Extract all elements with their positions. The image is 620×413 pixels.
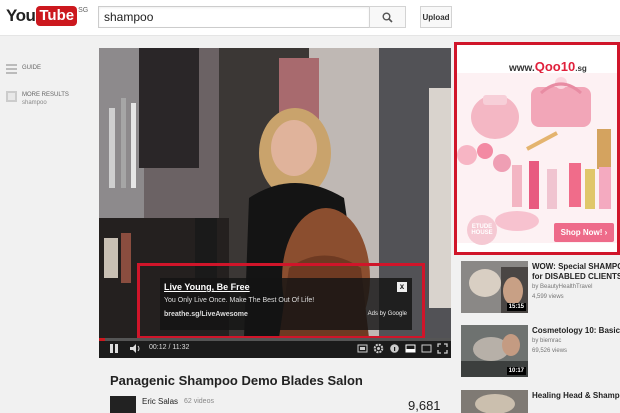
pause-icon[interactable] xyxy=(109,343,119,354)
shop-now-button[interactable]: Shop Now! › xyxy=(554,223,614,242)
related-video-item[interactable]: 15:15 WOW: Special SHAMPOO for DISABLED … xyxy=(461,261,620,316)
related-video-channel[interactable]: by biemrac xyxy=(532,338,561,344)
channel-video-count: 62 videos xyxy=(184,398,214,405)
more-results-label: MORE RESULTS xyxy=(22,92,69,98)
guide-label: GUIDE xyxy=(22,65,42,71)
related-title-line: WOW: Special SHAMPOO xyxy=(532,262,620,271)
related-video-title[interactable]: WOW: Special SHAMPOO for DISABLED CLIENT… xyxy=(532,262,620,282)
player-controls: 00:12 / 11:32 xyxy=(99,339,451,358)
overlay-ad-title[interactable]: Live Young, Be Free xyxy=(164,282,250,292)
duration-badge: 15:15 xyxy=(506,303,526,311)
overlay-ad-close-button[interactable]: x xyxy=(397,282,407,292)
thumbnail-image xyxy=(461,390,528,413)
logo-tube-text: Tube xyxy=(36,6,78,26)
channel-name-link[interactable]: Eric Salas xyxy=(142,397,178,406)
search-icon xyxy=(382,12,393,23)
large-player-icon[interactable] xyxy=(421,343,432,354)
overlay-ad[interactable]: Live Young, Be Free You Only Live Once. … xyxy=(160,278,412,330)
annotations-icon[interactable] xyxy=(357,343,368,354)
masthead: You Tube SG Upload xyxy=(0,0,620,36)
duration: 11:32 xyxy=(172,344,190,351)
view-count: 9,681 xyxy=(408,398,441,413)
overlay-ad-highlight: Live Young, Be Free You Only Live Once. … xyxy=(137,263,425,339)
progress-played xyxy=(99,338,106,341)
overlay-ad-url[interactable]: breathe.sg/LiveAwesome xyxy=(164,311,248,318)
related-video-channel[interactable]: by BeautyHealthTravel xyxy=(532,284,592,290)
settings-gear-icon[interactable] xyxy=(373,343,384,354)
related-video-title[interactable]: Healing Head & Shampoo xyxy=(532,391,620,401)
brand-name: Qoo10 xyxy=(534,59,576,74)
related-video-item[interactable]: 10:17 Cosmetology 10: Basic Sh by biemra… xyxy=(461,325,620,380)
time-display: 00:12 / 11:32 xyxy=(149,344,190,351)
current-time: 00:12 xyxy=(149,344,167,351)
banner-ad[interactable]: www.Qoo10.sg ETUDE HOUSE Shop Now! › xyxy=(454,42,620,255)
channel-avatar[interactable] xyxy=(110,396,136,413)
related-video-thumbnail[interactable]: 10:17 xyxy=(461,325,528,377)
upload-button[interactable]: Upload xyxy=(420,6,452,28)
overlay-ad-description: You Only Live Once. Make The Best Out Of… xyxy=(164,297,315,304)
guide-item[interactable]: GUIDE xyxy=(6,63,41,74)
search-results-icon xyxy=(6,91,17,102)
related-video-views: 4,599 views xyxy=(532,294,564,300)
related-video-views: 69,526 views xyxy=(532,348,568,354)
logo-you-text: You xyxy=(6,6,36,25)
video-title: Panagenic Shampoo Demo Blades Salon xyxy=(110,373,363,388)
info-icon[interactable] xyxy=(389,343,400,354)
banner-brand-logo: www.Qoo10.sg xyxy=(509,59,587,74)
related-video-title[interactable]: Cosmetology 10: Basic Sh xyxy=(532,326,620,336)
volume-icon[interactable] xyxy=(129,343,141,354)
related-video-thumbnail[interactable]: 15:15 xyxy=(461,261,528,313)
guide-menu-icon xyxy=(6,64,17,74)
duration-badge: 10:17 xyxy=(506,367,526,375)
video-player[interactable]: Live Young, Be Free You Only Live Once. … xyxy=(99,48,451,358)
search-input[interactable] xyxy=(98,6,370,28)
small-player-icon[interactable] xyxy=(405,343,416,354)
fullscreen-icon[interactable] xyxy=(437,343,448,354)
youtube-watch-page: You Tube SG Upload GUIDE MORE RESULTS sh xyxy=(0,0,620,413)
more-results-item[interactable]: MORE RESULTS shampoo xyxy=(6,91,69,107)
ads-by-google-label[interactable]: Ads by Google xyxy=(368,311,407,317)
related-video-item[interactable]: Healing Head & Shampoo xyxy=(461,390,620,413)
related-video-thumbnail[interactable] xyxy=(461,390,528,413)
progress-bar[interactable] xyxy=(99,338,451,341)
brand-suffix: .sg xyxy=(575,64,587,73)
youtube-logo[interactable]: You Tube SG xyxy=(6,6,88,26)
related-title-line-2: for DISABLED CLIENTS; xyxy=(532,272,620,281)
logo-region: SG xyxy=(78,7,89,14)
etude-house-logo: ETUDE HOUSE xyxy=(467,215,497,245)
more-results-query: shampoo xyxy=(22,100,47,106)
search-button[interactable] xyxy=(369,6,406,28)
